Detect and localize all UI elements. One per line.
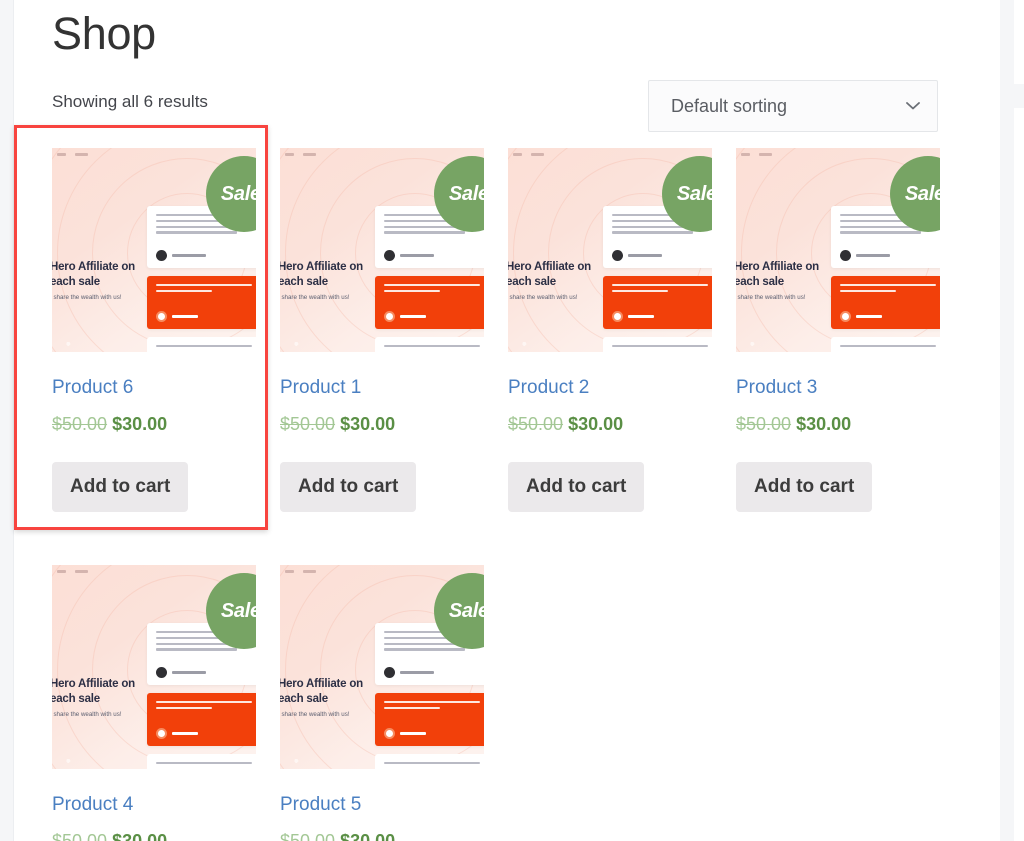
product-title[interactable]: Product 5 bbox=[280, 793, 484, 817]
scrollbar-track[interactable] bbox=[1000, 0, 1014, 841]
thumbnail-testimonial-orange bbox=[603, 276, 712, 329]
price-original: $50.00 bbox=[280, 414, 336, 434]
thumbnail-testimonial-third bbox=[375, 337, 484, 352]
thumbnail-nav bbox=[285, 153, 316, 156]
thumbnail-headline: Hero Affiliate on each sale bbox=[280, 261, 363, 288]
product-card-selected[interactable]: Hero Affiliate on each sale I share the … bbox=[14, 125, 268, 530]
product-card[interactable]: Hero Affiliate on each sale I share the … bbox=[280, 148, 484, 512]
avatar-icon bbox=[612, 250, 623, 261]
product-title[interactable]: Product 2 bbox=[508, 376, 712, 400]
thumbnail-testimonial-third bbox=[831, 337, 940, 352]
product-price: $50.00 $30.00 bbox=[52, 829, 256, 841]
page-left-gutter bbox=[0, 0, 14, 841]
product-thumbnail[interactable]: Hero Affiliate on each sale I share the … bbox=[280, 148, 484, 352]
thumbnail-testimonial-third bbox=[147, 754, 256, 769]
thumbnail-nav bbox=[513, 153, 544, 156]
product-title[interactable]: Product 1 bbox=[280, 376, 484, 400]
sorting-select-value[interactable]: Default sorting bbox=[648, 80, 938, 132]
avatar-icon bbox=[156, 311, 167, 322]
thumbnail-testimonial-orange bbox=[147, 276, 256, 329]
product-price: $50.00 $30.00 bbox=[508, 412, 712, 436]
shop-toolbar: Showing all 6 results Default sorting bbox=[52, 80, 952, 136]
product-grid: Hero Affiliate on each sale I share the … bbox=[14, 125, 962, 841]
thumbnail-subtext: I share the wealth with us! bbox=[736, 294, 806, 301]
avatar-icon bbox=[156, 728, 167, 739]
page-right-gutter bbox=[1000, 0, 1024, 841]
product-price: $50.00 $30.00 bbox=[736, 412, 940, 436]
avatar-icon bbox=[612, 311, 623, 322]
thumbnail-testimonial-third bbox=[375, 754, 484, 769]
avatar-icon bbox=[384, 728, 395, 739]
gutter-notch bbox=[1014, 84, 1024, 108]
price-sale: $30.00 bbox=[340, 414, 396, 434]
product-title[interactable]: Product 4 bbox=[52, 793, 256, 817]
thumbnail-headline: Hero Affiliate on each sale bbox=[280, 678, 363, 705]
price-sale: $30.00 bbox=[568, 414, 624, 434]
price-original: $50.00 bbox=[52, 414, 108, 434]
product-price: $50.00 $30.00 bbox=[280, 412, 484, 436]
product-price: $50.00 $30.00 bbox=[52, 412, 256, 436]
price-original: $50.00 bbox=[736, 414, 792, 434]
product-row: Hero Affiliate on each sale I share the … bbox=[14, 125, 962, 565]
price-sale: $30.00 bbox=[796, 414, 852, 434]
price-sale: $30.00 bbox=[340, 831, 396, 841]
add-to-cart-button[interactable]: Add to cart bbox=[736, 462, 873, 512]
thumbnail-nav bbox=[285, 570, 316, 573]
thumbnail-subtext: I share the wealth with us! bbox=[508, 294, 578, 301]
product-thumbnail[interactable]: Hero Affiliate on each sale I share the … bbox=[52, 565, 256, 769]
thumbnail-testimonial-third bbox=[147, 337, 256, 352]
thumbnail-testimonial-orange bbox=[375, 276, 484, 329]
thumbnail-subtext: I share the wealth with us! bbox=[52, 711, 122, 718]
thumbnail-nav bbox=[741, 153, 772, 156]
avatar-icon bbox=[156, 667, 167, 678]
price-sale: $30.00 bbox=[112, 414, 168, 434]
avatar-icon bbox=[384, 250, 395, 261]
thumbnail-subtext: I share the wealth with us! bbox=[280, 711, 350, 718]
shop-content: Shop Showing all 6 results Default sorti… bbox=[52, 0, 952, 136]
add-to-cart-button[interactable]: Add to cart bbox=[508, 462, 645, 512]
thumbnail-nav bbox=[57, 570, 88, 573]
thumbnail-headline: Hero Affiliate on each sale bbox=[52, 261, 135, 288]
product-title[interactable]: Product 6 bbox=[52, 376, 256, 400]
price-original: $50.00 bbox=[52, 831, 108, 841]
thumbnail-testimonial-orange bbox=[831, 276, 940, 329]
thumbnail-headline: Hero Affiliate on each sale bbox=[736, 261, 819, 288]
product-thumbnail[interactable]: Hero Affiliate on each sale I share the … bbox=[280, 565, 484, 769]
thumbnail-testimonial-orange bbox=[375, 693, 484, 746]
avatar-icon bbox=[384, 311, 395, 322]
thumbnail-subtext: I share the wealth with us! bbox=[280, 294, 350, 301]
product-thumbnail[interactable]: Hero Affiliate on each sale I share the … bbox=[52, 148, 256, 352]
product-card[interactable]: Hero Affiliate on each sale I share the … bbox=[736, 148, 940, 512]
price-original: $50.00 bbox=[508, 414, 564, 434]
price-sale: $30.00 bbox=[112, 831, 168, 841]
result-count: Showing all 6 results bbox=[52, 92, 208, 111]
thumbnail-testimonial-orange bbox=[147, 693, 256, 746]
product-card[interactable]: Hero Affiliate on each sale I share the … bbox=[280, 565, 484, 841]
thumbnail-nav bbox=[57, 153, 88, 156]
product-card[interactable]: Hero Affiliate on each sale I share the … bbox=[508, 148, 712, 512]
thumbnail-subtext: I share the wealth with us! bbox=[52, 294, 122, 301]
product-row: Hero Affiliate on each sale I share the … bbox=[52, 565, 962, 841]
add-to-cart-button[interactable]: Add to cart bbox=[52, 462, 189, 512]
product-thumbnail[interactable]: Hero Affiliate on each sale I share the … bbox=[736, 148, 940, 352]
add-to-cart-button[interactable]: Add to cart bbox=[280, 462, 417, 512]
avatar-icon bbox=[156, 250, 167, 261]
thumbnail-testimonial-third bbox=[603, 337, 712, 352]
sorting-dropdown[interactable]: Default sorting bbox=[648, 80, 938, 132]
product-price: $50.00 $30.00 bbox=[280, 829, 484, 841]
product-thumbnail[interactable]: Hero Affiliate on each sale I share the … bbox=[508, 148, 712, 352]
thumbnail-headline: Hero Affiliate on each sale bbox=[52, 678, 135, 705]
thumbnail-headline: Hero Affiliate on each sale bbox=[508, 261, 591, 288]
product-title[interactable]: Product 3 bbox=[736, 376, 940, 400]
price-original: $50.00 bbox=[280, 831, 336, 841]
avatar-icon bbox=[840, 250, 851, 261]
shop-page: Shop Showing all 6 results Default sorti… bbox=[0, 0, 1024, 841]
avatar-icon bbox=[840, 311, 851, 322]
product-card[interactable]: Hero Affiliate on each sale I share the … bbox=[52, 565, 256, 841]
page-title: Shop bbox=[52, 8, 156, 59]
avatar-icon bbox=[384, 667, 395, 678]
